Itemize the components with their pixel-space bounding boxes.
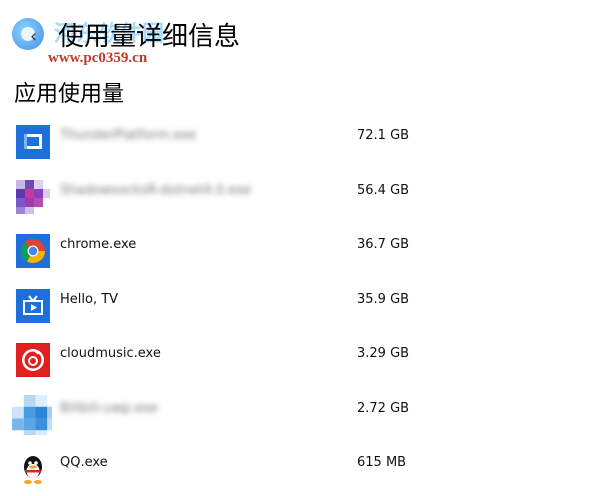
- app-usage-list: ThunderPlatform.exe 72.1 GB ShadowsocksR…: [0, 114, 599, 496]
- list-item[interactable]: QQ.exe 615 MB: [0, 441, 599, 496]
- list-item[interactable]: cloudmusic.exe 3.29 GB: [0, 332, 599, 387]
- thunder-icon: [16, 125, 50, 159]
- app-name: Hello, TV: [60, 291, 119, 307]
- pixelated-app-icon: [16, 179, 50, 214]
- app-size: 35.9 GB: [357, 291, 410, 307]
- list-item[interactable]: Bilibili-uwp.exe 2.72 GB: [0, 387, 599, 442]
- app-name: QQ.exe: [60, 455, 108, 470]
- qq-icon: [16, 452, 50, 486]
- app-name: ThunderPlatform.exe: [60, 128, 197, 143]
- list-item[interactable]: ShadowsocksR-dotnet4.0.exe 56.4 GB: [0, 169, 599, 224]
- app-name: chrome.exe: [60, 237, 137, 252]
- app-size: 3.29 GB: [357, 346, 410, 361]
- section-title: 应用使用量: [14, 82, 125, 107]
- tv-icon: [16, 288, 50, 323]
- list-item[interactable]: chrome.exe 36.7 GB: [0, 223, 599, 278]
- back-arrow-icon[interactable]: ‹: [30, 26, 37, 47]
- pixelated-blue-icon: [12, 394, 52, 435]
- chrome-icon: [16, 234, 50, 268]
- app-name: cloudmusic.exe: [60, 346, 161, 361]
- cloudmusic-icon: [16, 343, 50, 377]
- page-title: 使用量详细信息: [58, 22, 241, 52]
- list-item[interactable]: Hello, TV 35.9 GB: [0, 278, 599, 333]
- watermark-logo-icon: [12, 18, 44, 50]
- app-size: 615 MB: [357, 455, 407, 470]
- app-name: Bilibili-uwp.exe: [60, 400, 158, 416]
- app-size: 36.7 GB: [357, 237, 410, 252]
- app-name: ShadowsocksR-dotnet4.0.exe: [60, 182, 252, 198]
- list-item[interactable]: ThunderPlatform.exe 72.1 GB: [0, 114, 599, 169]
- app-size: 2.72 GB: [357, 400, 410, 416]
- app-size: 72.1 GB: [357, 128, 410, 143]
- app-size: 56.4 GB: [357, 182, 410, 198]
